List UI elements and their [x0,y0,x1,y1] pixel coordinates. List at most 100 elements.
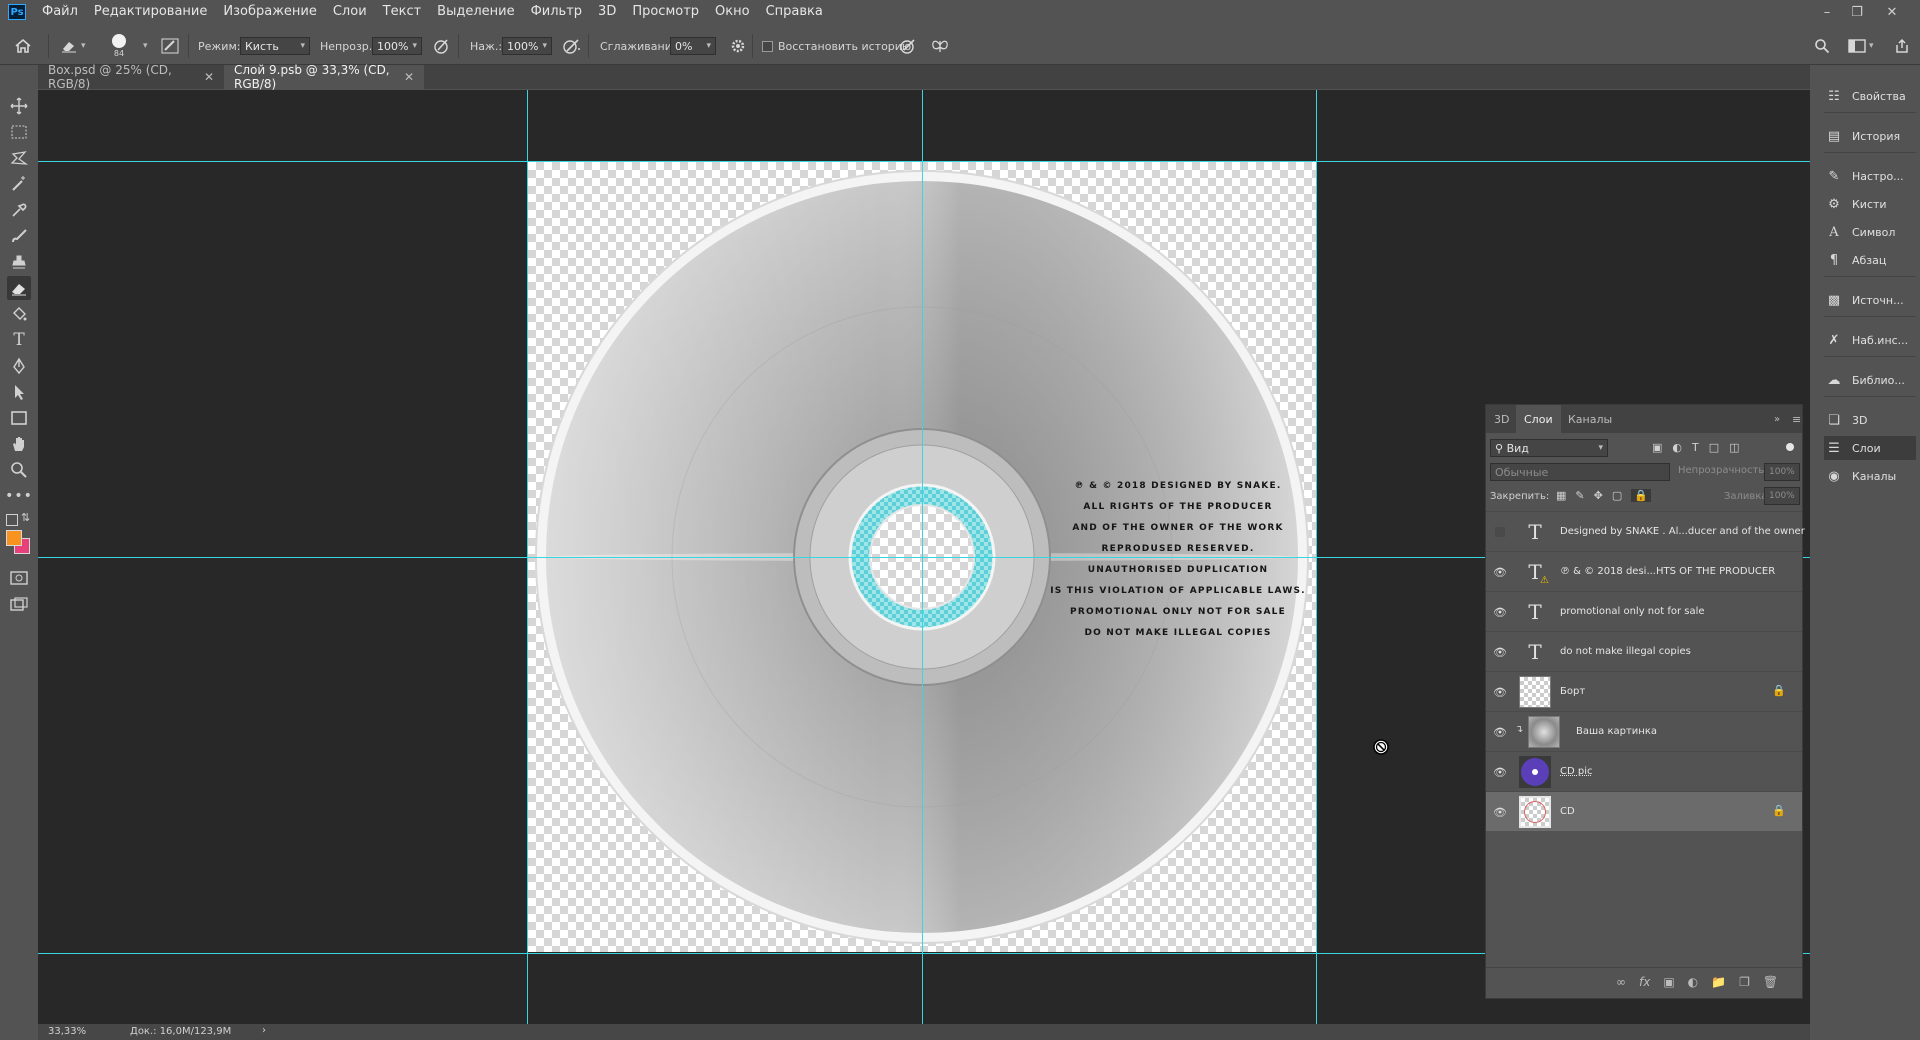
layer-row[interactable]: 👁 ↴ Ваша картинка [1486,711,1802,751]
eye-icon[interactable]: 👁 [1492,764,1508,780]
dock-paragraph[interactable]: ¶ Абзац [1824,248,1916,272]
panel-menu-icon[interactable]: ≡ [1784,405,1809,433]
new-group-icon[interactable]: 📁 [1711,975,1726,989]
mode-select[interactable]: Кисть ▾ [240,37,310,55]
add-mask-icon[interactable]: ▣ [1663,975,1674,989]
tab-box-psd[interactable]: Box.psd @ 25% (CD, RGB/8) ✕ [38,63,224,91]
eye-icon[interactable]: 👁 [1492,604,1508,620]
eyedropper-tool-icon[interactable] [7,198,31,222]
close-icon[interactable]: ✕ [1878,0,1906,24]
dock-channels[interactable]: ◉ Каналы [1824,464,1916,488]
layer-row[interactable]: 👁 T do not make illegal copies [1486,631,1802,671]
dock-adjustments[interactable]: ✎ Настро... [1824,164,1916,188]
menu-file[interactable]: Файл [34,0,86,24]
lock-position-icon[interactable]: ✥ [1594,489,1603,502]
zoom-tool-icon[interactable] [7,458,31,482]
menu-edit[interactable]: Редактирование [86,0,215,24]
opacity-field[interactable]: 100% ▾ [372,37,422,55]
adjustment-layer-icon[interactable]: ◐ [1688,975,1698,989]
paint-bucket-tool-icon[interactable] [7,302,31,326]
menu-3d[interactable]: 3D [590,0,624,24]
visibility-off-icon[interactable] [1492,524,1508,540]
menu-help[interactable]: Справка [758,0,831,24]
minimize-icon[interactable]: – [1813,0,1841,24]
lock-all-icon[interactable]: 🔒 [1631,489,1651,502]
brush-tool-icon[interactable] [7,224,31,248]
dock-properties[interactable]: ☷ Свойства [1824,84,1916,108]
guide-vertical-center[interactable] [922,90,923,1025]
eraser-preset-icon[interactable]: ▾ [60,28,86,64]
screen-mode-icon[interactable] [7,592,31,616]
menu-view[interactable]: Просмотр [624,0,707,24]
menu-image[interactable]: Изображение [215,0,324,24]
foreground-color-swatch[interactable] [6,530,22,546]
lock-image-icon[interactable]: ✎ [1575,489,1584,502]
eye-icon[interactable]: 👁 [1492,804,1508,820]
marquee-tool-icon[interactable] [7,120,31,144]
dock-libraries[interactable]: ☁ Библио... [1824,368,1916,392]
restore-icon[interactable]: ❐ [1843,0,1871,24]
blend-mode-select[interactable]: Обычные [1490,463,1670,481]
workspace-icon[interactable]: ▾ [1848,28,1874,64]
layer-row[interactable]: 👁 T ⚠ ℗ & © 2018 desi...HTS OF THE PRODUC… [1486,551,1802,591]
layer-row-selected[interactable]: 👁 CD 🔒 [1486,791,1802,831]
menu-layers[interactable]: Слои [325,0,375,24]
stamp-tool-icon[interactable] [7,250,31,274]
eraser-tool-icon[interactable] [7,276,31,300]
layer-filter-select[interactable]: ⚲ Вид ▾ [1490,439,1608,457]
tab-layer-9-psb[interactable]: Слой 9.psb @ 33,3% (CD, RGB/8) ✕ [224,63,424,91]
dock-3d[interactable]: ❏ 3D [1824,408,1916,432]
menu-filter[interactable]: Фильтр [523,0,590,24]
pressure-size-icon[interactable] [898,28,918,64]
eye-icon[interactable]: 👁 [1492,684,1508,700]
tab-3d[interactable]: 3D [1486,405,1517,433]
path-selection-tool-icon[interactable] [7,380,31,404]
guide-vertical-right[interactable] [1316,90,1317,1025]
layer-row[interactable]: 👁 T promotional only not for sale [1486,591,1802,631]
hand-tool-icon[interactable] [7,432,31,456]
lock-artboard-icon[interactable]: ▢ [1612,489,1622,502]
chevron-right-icon[interactable]: › [262,1025,266,1036]
menu-select[interactable]: Выделение [429,0,522,24]
dock-clone-source[interactable]: ▩ Источн... [1824,288,1916,312]
default-colors-icon[interactable] [6,514,18,526]
filter-smart-object-icon[interactable]: ◫ [1729,441,1739,454]
new-layer-icon[interactable]: ❐ [1739,975,1750,989]
layer-row[interactable]: T Designed by SNAKE . Al...ducer and of … [1486,511,1805,551]
more-tools-icon[interactable]: ••• [5,484,32,508]
brush-size-caret-icon[interactable]: ▾ [140,28,148,64]
smoothing-field[interactable]: 0% ▾ [670,37,716,55]
tab-channels[interactable]: Каналы [1560,405,1620,433]
search-icon[interactable] [1814,28,1830,64]
pressure-opacity-icon[interactable] [432,28,450,64]
layer-opacity-field[interactable]: 100% [1764,463,1800,481]
magic-wand-tool-icon[interactable] [7,172,31,196]
lock-transparent-icon[interactable]: ▦ [1556,489,1566,502]
filter-shape-icon[interactable]: □ [1709,441,1719,454]
link-layers-icon[interactable]: ∞ [1616,975,1626,989]
brush-size-picker[interactable]: 84 [112,28,126,64]
move-tool-icon[interactable] [7,94,31,118]
brush-panel-toggle-icon[interactable] [161,28,179,64]
dock-history[interactable]: ▤ История [1824,124,1916,148]
filter-adjustment-icon[interactable]: ◐ [1672,441,1682,454]
dock-tool-presets[interactable]: ✗ Наб.инс... [1824,328,1916,352]
airbrush-icon[interactable] [562,28,582,64]
share-icon[interactable] [1894,28,1910,64]
fill-field[interactable]: 100% [1764,487,1800,505]
eye-icon[interactable]: 👁 [1492,564,1508,580]
menu-window[interactable]: Окно [707,0,758,24]
pressure-field[interactable]: 100% ▾ [502,37,552,55]
smoothing-settings-gear-icon[interactable] [730,28,746,64]
symmetry-butterfly-icon[interactable] [930,28,950,64]
swap-colors-icon[interactable]: ⇅ [21,511,30,524]
lasso-tool-icon[interactable] [7,146,31,170]
guide-horizontal-top[interactable] [38,161,1810,162]
restore-history-checkbox[interactable] [762,40,773,52]
filter-toggle-icon[interactable] [1786,443,1794,451]
type-tool-icon[interactable]: T [7,328,31,352]
tab-layers[interactable]: Слои [1516,405,1561,433]
dock-brushes[interactable]: ⚙ Кисти [1824,192,1916,216]
dock-character[interactable]: A Символ [1824,220,1916,244]
rectangle-tool-icon[interactable] [7,406,31,430]
